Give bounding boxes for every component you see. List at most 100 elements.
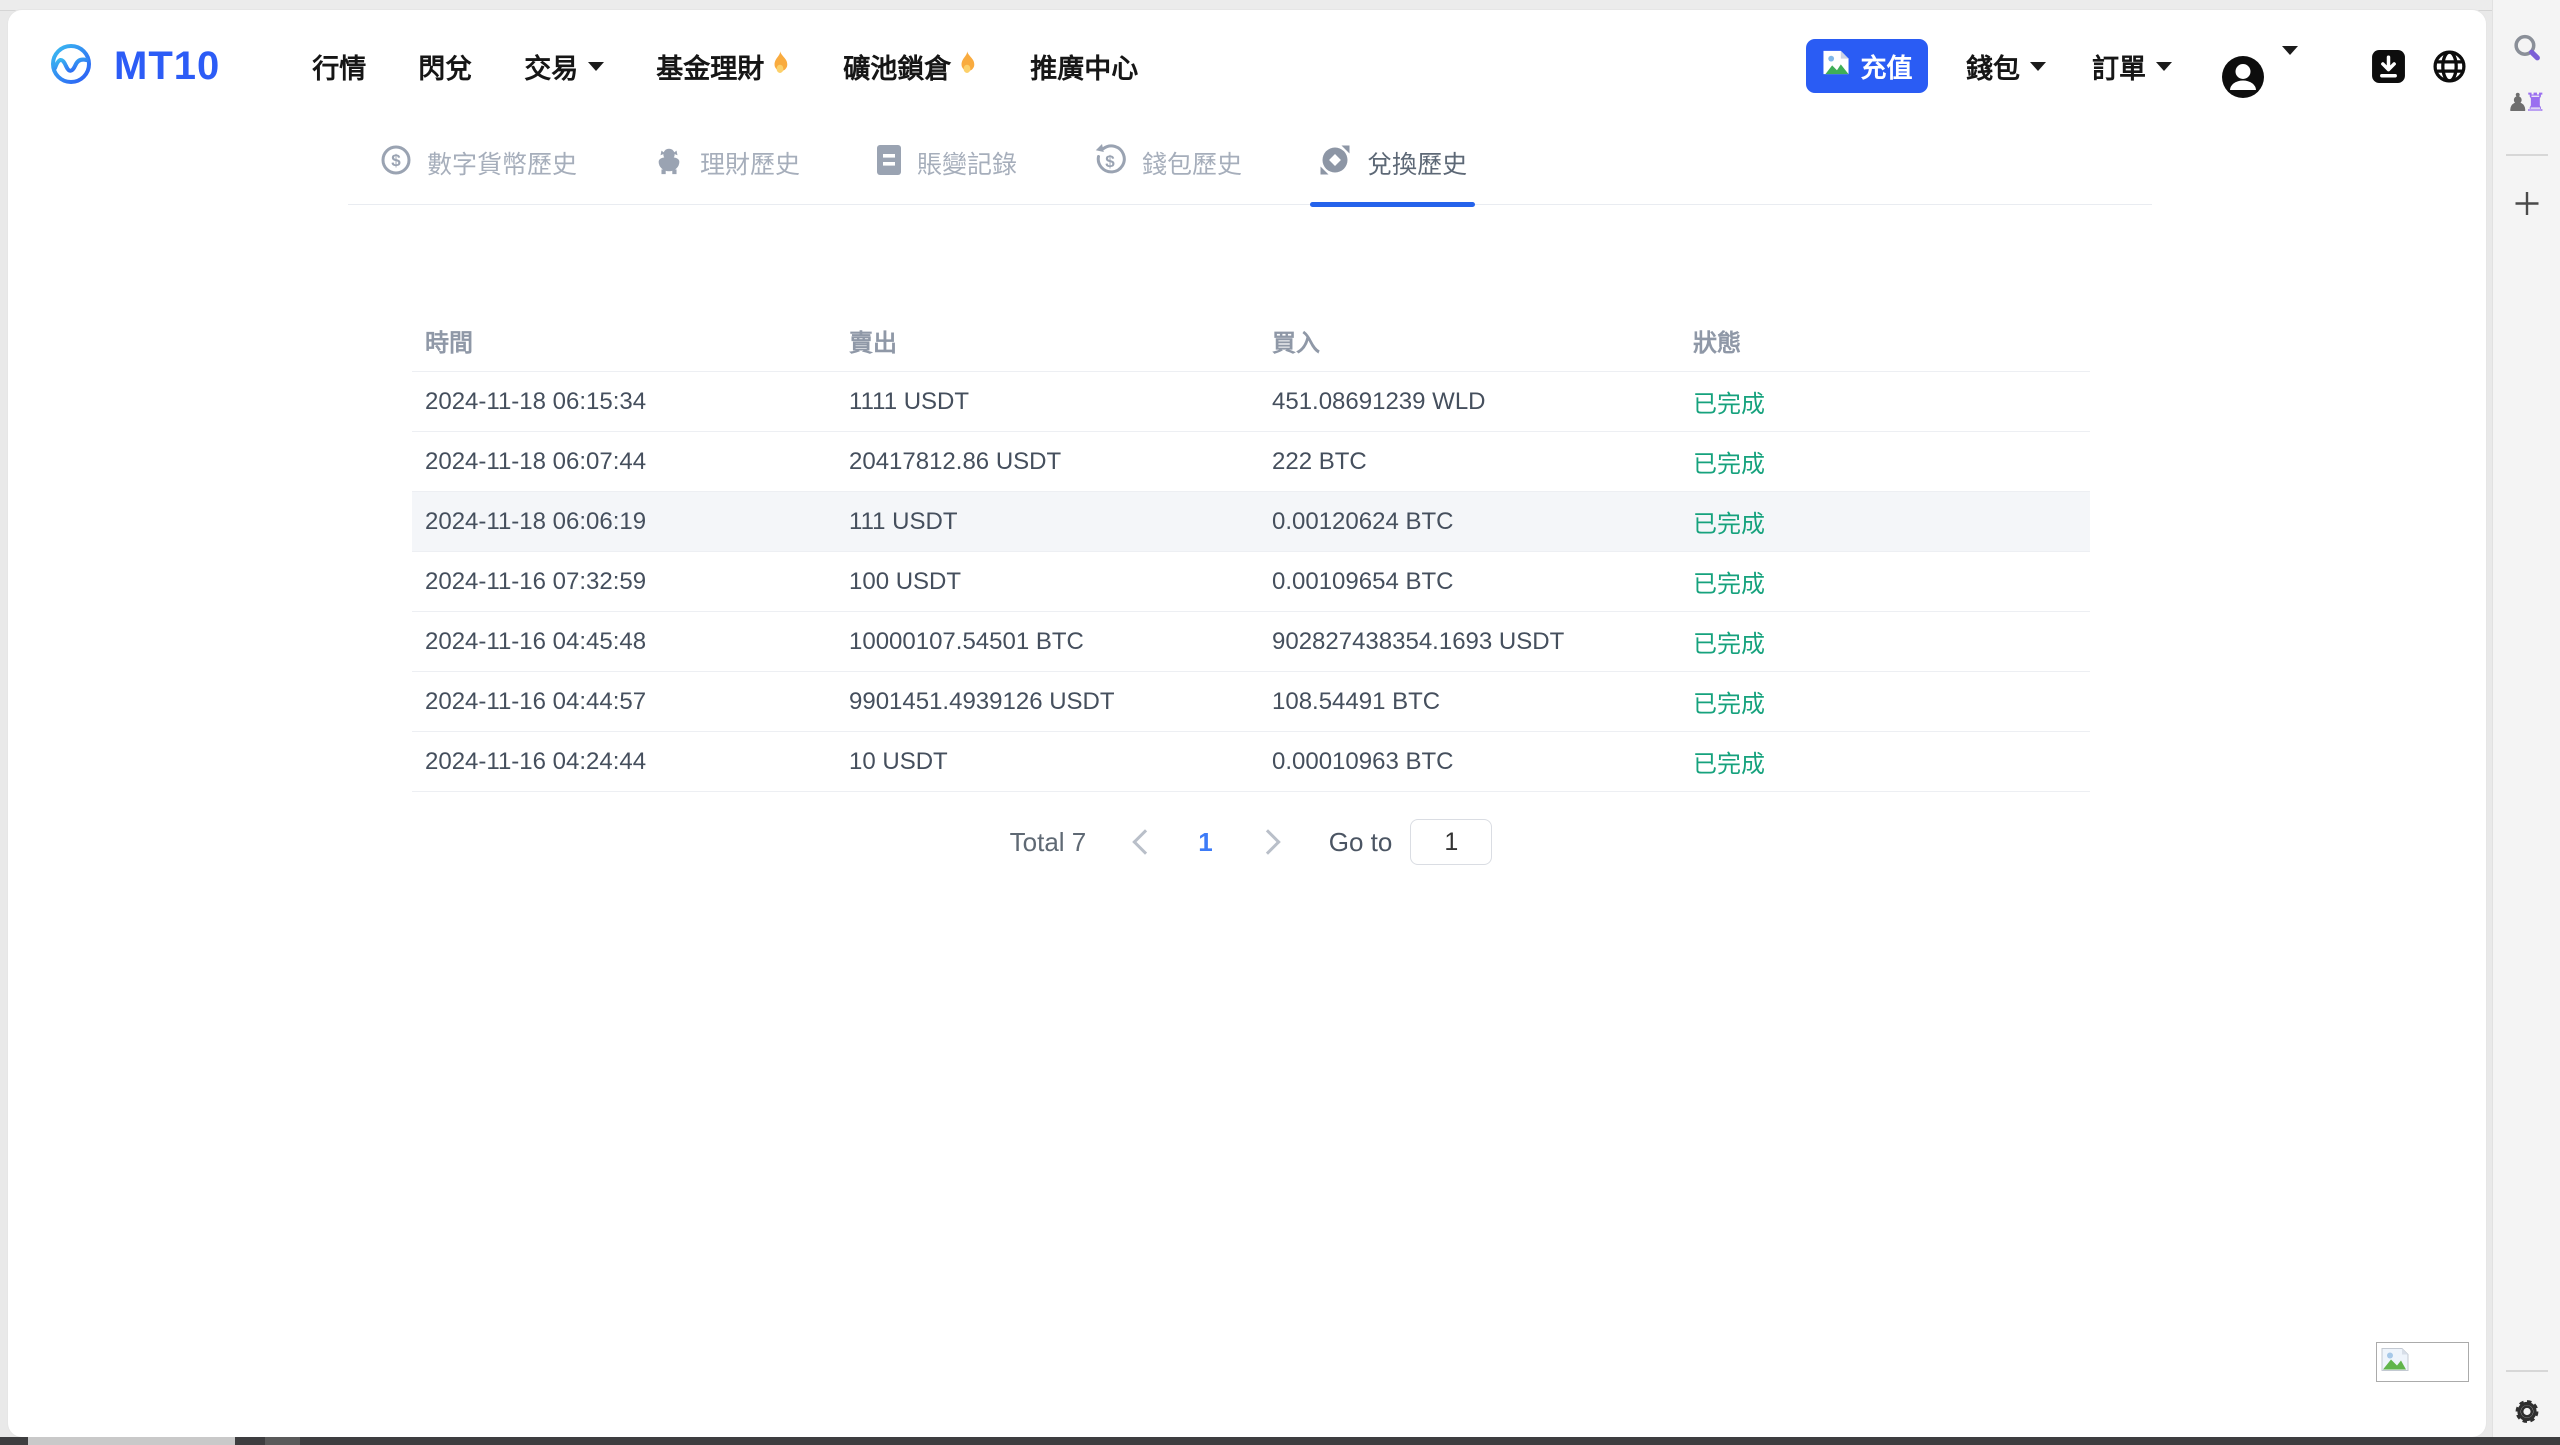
cell-time: 2024-11-16 04:24:44 <box>425 747 647 775</box>
goto-page-input[interactable] <box>1410 819 1493 865</box>
avatar-icon <box>2220 54 2266 105</box>
col-header-sell: 賣出 <box>849 330 897 357</box>
nav-label: 推廣中心 <box>1030 53 1139 84</box>
cell-buy: 451.08691239 WLD <box>1272 387 1486 415</box>
svg-text:$: $ <box>391 151 401 170</box>
status-badge: 已完成 <box>1693 571 1765 598</box>
status-badge: 已完成 <box>1693 451 1765 478</box>
col-header-status: 狀態 <box>1693 330 1741 357</box>
broken-image-icon <box>2381 1347 2409 1377</box>
main-nav: 行情 閃兌 交易 基金理財 礦池鎖倉 推廣中心 <box>312 47 1138 86</box>
status-badge: 已完成 <box>1693 631 1765 658</box>
page-card: MT10 行情 閃兌 交易 基金理財 礦池鎖倉 推廣中心 充值 錢包 訂單 $ … <box>8 10 2486 1437</box>
plus-icon[interactable] <box>2513 190 2540 217</box>
brand-name: MT10 <box>114 43 221 88</box>
cell-sell: 10 USDT <box>849 747 948 775</box>
table-row[interactable]: 2024-11-16 04:45:48 10000107.54501 BTC 9… <box>412 612 2090 672</box>
col-header-time: 時間 <box>425 330 473 357</box>
table-row[interactable]: 2024-11-16 04:24:44 10 USDT 0.00010963 B… <box>412 732 2090 792</box>
cell-time: 2024-11-18 06:06:19 <box>425 507 647 535</box>
tab-label: 賬變記錄 <box>917 151 1018 179</box>
nav-item-mining-lockup[interactable]: 礦池鎖倉 <box>843 47 978 86</box>
navbar-right: 充值 錢包 訂單 <box>1806 28 2468 105</box>
table-row[interactable]: 2024-11-18 06:06:19 111 USDT 0.00120624 … <box>412 492 2090 552</box>
svg-text:$: $ <box>1105 152 1115 171</box>
nav-label: 基金理財 <box>656 53 765 84</box>
gear-icon[interactable] <box>2511 1396 2542 1427</box>
history-tabs: $ 數字貨幣歷史 理財歷史 賬變記錄 $ 錢包歷史 兌換歷史 <box>348 122 2152 207</box>
tab-label: 數字貨幣歷史 <box>427 151 578 179</box>
nav-label: 交易 <box>524 53 579 84</box>
sidebar-divider <box>2505 154 2548 156</box>
chevron-left-icon[interactable] <box>1132 829 1158 855</box>
wave-logo-icon <box>48 41 94 92</box>
cell-time: 2024-11-16 07:32:59 <box>425 567 647 595</box>
account-menu[interactable] <box>2220 28 2298 105</box>
tab-wallet-history[interactable]: $ 錢包歷史 <box>1093 122 1242 204</box>
cell-time: 2024-11-16 04:44:57 <box>425 687 647 715</box>
cell-buy: 0.00010963 BTC <box>1272 747 1454 775</box>
chevron-down-icon <box>588 61 605 71</box>
nav-item-markets[interactable]: 行情 <box>312 47 366 86</box>
table-row[interactable]: 2024-11-16 07:32:59 100 USDT 0.00109654 … <box>412 552 2090 612</box>
col-header-buy: 買入 <box>1272 330 1320 357</box>
cell-sell: 10000107.54501 BTC <box>849 627 1084 655</box>
cell-sell: 100 USDT <box>849 567 962 595</box>
cell-sell: 20417812.86 USDT <box>849 447 1062 475</box>
deposit-button[interactable]: 充值 <box>1806 39 1928 93</box>
tab-label: 錢包歷史 <box>1142 151 1243 179</box>
orders-label: 訂單 <box>2092 53 2146 84</box>
download-app-icon[interactable] <box>2370 48 2407 85</box>
table-row[interactable]: 2024-11-18 06:15:34 1111 USDT 451.086912… <box>412 372 2090 432</box>
nav-item-fund-finance[interactable]: 基金理財 <box>656 47 791 86</box>
chess-extension-icon[interactable]: ♟ ♜ <box>2507 90 2547 115</box>
tab-label: 理財歷史 <box>700 151 801 179</box>
status-badge: 已完成 <box>1693 751 1765 778</box>
tab-digital-currency-history[interactable]: $ 數字貨幣歷史 <box>380 122 577 204</box>
navbar: MT10 行情 閃兌 交易 基金理財 礦池鎖倉 推廣中心 充值 錢包 訂單 <box>48 16 2468 116</box>
image-placeholder-icon <box>1821 49 1851 83</box>
orders-dropdown[interactable]: 訂單 <box>2092 47 2172 86</box>
table-row[interactable]: 2024-11-16 04:44:57 9901451.4939126 USDT… <box>412 672 2090 732</box>
cell-time: 2024-11-18 06:07:44 <box>425 447 647 475</box>
language-globe-icon[interactable] <box>2431 48 2468 85</box>
cell-time: 2024-11-16 04:45:48 <box>425 627 647 655</box>
tab-label: 兌換歷史 <box>1367 151 1468 179</box>
search-icon[interactable] <box>2511 32 2542 63</box>
taskbar-edge <box>0 1437 2560 1445</box>
swap-circle-icon <box>1318 143 1352 184</box>
deposit-label: 充值 <box>1860 52 1913 83</box>
nav-item-referral-center[interactable]: 推廣中心 <box>1030 47 1138 86</box>
cell-time: 2024-11-18 06:15:34 <box>425 387 647 415</box>
exchange-history-table: 時間 賣出 買入 狀態 2024-11-18 06:15:34 1111 USD… <box>412 310 2090 792</box>
table-header-row: 時間 賣出 買入 狀態 <box>412 310 2090 372</box>
nav-item-trade[interactable]: 交易 <box>524 47 605 86</box>
chevron-right-icon[interactable] <box>1255 829 1281 855</box>
status-badge: 已完成 <box>1693 691 1765 718</box>
utility-icons <box>2370 48 2468 85</box>
table-body: 2024-11-18 06:15:34 1111 USDT 451.086912… <box>412 372 2090 792</box>
cell-sell: 111 USDT <box>849 507 958 535</box>
wallet-dropdown[interactable]: 錢包 <box>1966 47 2046 86</box>
wallet-label: 錢包 <box>1966 53 2020 84</box>
cell-buy: 0.00109654 BTC <box>1272 567 1454 595</box>
status-badge: 已完成 <box>1693 391 1765 418</box>
pagination-total: Total 7 <box>1009 826 1087 857</box>
nav-label: 礦池鎖倉 <box>843 53 952 84</box>
pagination-goto-label: Go to <box>1328 826 1393 857</box>
piggy-bank-icon <box>653 144 685 183</box>
pagination-page-1[interactable]: 1 <box>1198 827 1212 858</box>
tab-finance-history[interactable]: 理財歷史 <box>653 122 800 204</box>
chevron-down-icon <box>2282 45 2298 55</box>
tab-exchange-history[interactable]: 兌換歷史 <box>1310 122 1476 207</box>
dollar-circle-icon: $ <box>380 144 412 183</box>
pagination: Total 7 1 Go to <box>412 816 2090 868</box>
tab-account-changes[interactable]: 賬變記錄 <box>876 122 1017 204</box>
flame-icon <box>769 50 791 83</box>
cell-sell: 1111 USDT <box>849 387 970 415</box>
nav-item-flash-swap[interactable]: 閃兌 <box>418 47 472 86</box>
table-row[interactable]: 2024-11-18 06:07:44 20417812.86 USDT 222… <box>412 432 2090 492</box>
cell-buy: 222 BTC <box>1272 447 1367 475</box>
brand-logo[interactable]: MT10 <box>48 41 220 92</box>
status-badge: 已完成 <box>1693 511 1765 538</box>
